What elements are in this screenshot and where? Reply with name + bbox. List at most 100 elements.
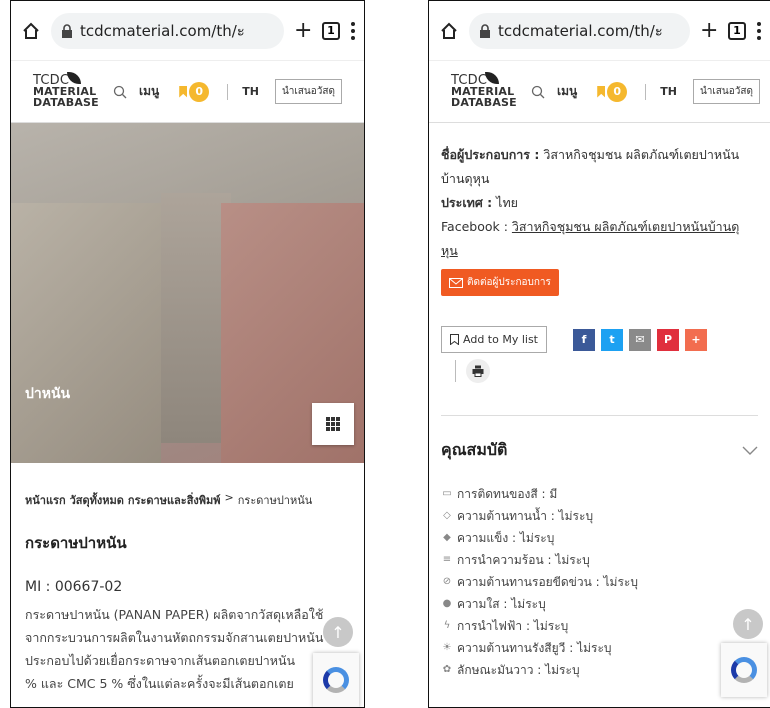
facebook-label: Facebook : <box>441 219 508 234</box>
browser-toolbar: tcdcmaterial.com/th/ะ + 1 <box>429 1 770 61</box>
site-header: TCDC MATERIAL DATABASE เมนู 0 TH นำเสนอว… <box>11 61 364 123</box>
home-icon[interactable] <box>439 21 459 41</box>
recaptcha-badge[interactable] <box>721 643 767 697</box>
email-share-button[interactable]: ✉ <box>629 328 651 351</box>
property-text: ความต้านทานรังสียูวี : ไม่ระบุ <box>457 641 612 655</box>
scroll-to-top-button[interactable]: ↑ <box>323 617 353 647</box>
url-text: tcdcmaterial.com/th/ะ <box>80 21 245 40</box>
properties-header[interactable]: คุณสมบัติ <box>429 416 770 463</box>
property-text: การนำความร้อน : ไม่ระบุ <box>457 553 590 567</box>
property-text: ความต้านทานน้ำ : ไม่ระบุ <box>457 509 594 523</box>
property-icon: ● <box>442 598 452 609</box>
producer-label: ชื่อผู้ประกอบการ : <box>441 147 540 162</box>
lock-icon <box>61 23 73 38</box>
property-item: ☀ ความต้านทานรังสียูวี : ไม่ระบุ <box>441 637 758 659</box>
description-line: % และ CMC 5 % ซึ่งในแต่ละครั้งจะมีเส้นตอ… <box>25 676 294 691</box>
suggest-material-button[interactable]: นำเสนอวัสดุ <box>692 79 760 104</box>
site-header: TCDC MATERIAL DATABASE เมนู 0 TH นำเสนอว… <box>429 61 770 123</box>
producer-value-cont: บ้านดุหุน <box>441 171 490 186</box>
property-icon: ϟ <box>443 620 451 631</box>
menu-button[interactable]: เมนู <box>139 82 159 101</box>
menu-button[interactable]: เมนู <box>557 82 577 101</box>
address-bar[interactable]: tcdcmaterial.com/th/ะ <box>469 12 690 49</box>
property-item: ✿ ลักษณะมันวาว : ไม่ระบุ <box>441 659 758 681</box>
properties-list: ▭ การติดทนของสี : มี ◇ ความต้านทานน้ำ : ไม่… <box>429 463 770 681</box>
producer-value: วิสาหกิจชุมชน ผลิตภัณฑ์เตยปาหนัน <box>543 147 740 162</box>
recaptcha-badge[interactable] <box>313 653 359 707</box>
facebook-link-cont[interactable]: หุน <box>441 243 458 258</box>
home-icon[interactable] <box>21 21 41 41</box>
property-text: ความแข็ง : ไม่ระบุ <box>457 531 555 545</box>
bookmark-outline-icon <box>450 334 459 345</box>
print-icon[interactable] <box>466 359 490 383</box>
property-item: ● ความใส : ไม่ระบุ <box>441 593 758 615</box>
contact-producer-button[interactable]: ติดต่อผู้ประกอบการ <box>441 269 559 296</box>
kebab-menu-icon[interactable] <box>350 21 356 40</box>
breadcrumb-separator: > <box>224 491 234 504</box>
recaptcha-icon <box>731 657 757 683</box>
site-logo[interactable]: TCDC MATERIAL DATABASE <box>451 72 523 108</box>
property-icon: ✿ <box>442 664 452 675</box>
property-item: ⊘ ความต้านทานรอยขีดข่วน : ไม่ระบุ <box>441 571 758 593</box>
property-text: ลักษณะมันวาว : ไม่ระบุ <box>457 663 580 677</box>
gallery-grid-button[interactable] <box>312 403 354 445</box>
tab-count-button[interactable]: 1 <box>322 21 340 40</box>
property-item: ◆ ความแข็ง : ไม่ระบุ <box>441 527 758 549</box>
language-switch[interactable]: TH <box>242 85 259 98</box>
description: กระดาษปาหนัน (PANAN PAPER) ผลิตจากวัสดุเ… <box>11 595 364 695</box>
search-icon[interactable] <box>113 85 127 99</box>
chevron-down-icon[interactable] <box>742 446 758 456</box>
description-line: ประกอบไปด้วยเยื่อกระดาษจากเส้นตอกเตยปาหน… <box>25 653 296 668</box>
breadcrumb-all[interactable]: วัสดุทั้งหมด <box>70 491 124 509</box>
breadcrumb: หน้าแรก วัสดุทั้งหมด กระดาษและสิ่งพิมพ์ … <box>11 463 364 509</box>
facebook-link[interactable]: วิสาหกิจชุมชน ผลิตภัณฑ์เตยปาหนันบ้านดุ <box>512 219 739 234</box>
search-icon[interactable] <box>531 85 545 99</box>
property-icon: ☀ <box>442 642 452 653</box>
material-id: MI : 00667-02 <box>25 579 123 595</box>
product-image: ปาหนัน <box>11 123 364 463</box>
twitter-share-button[interactable]: t <box>601 328 623 351</box>
browser-toolbar: tcdcmaterial.com/th/ะ + 1 <box>11 1 364 61</box>
share-actions: Add to My list f t ✉ P + <box>429 296 770 353</box>
breadcrumb-category[interactable]: กระดาษและสิ่งพิมพ์ <box>128 491 221 509</box>
more-share-button[interactable]: + <box>685 328 707 351</box>
scroll-to-top-button[interactable]: ↑ <box>733 609 763 639</box>
property-icon: ⊘ <box>442 576 452 587</box>
property-text: ความใส : ไม่ระบุ <box>457 597 546 611</box>
property-icon: ▭ <box>442 488 452 499</box>
brand-watermark: ปาหนัน <box>25 386 71 402</box>
grid-icon <box>326 417 340 431</box>
property-item: ϟ การนำไฟฟ้า : ไม่ระบุ <box>441 615 758 637</box>
breadcrumb-home[interactable]: หน้าแรก <box>25 491 66 509</box>
kebab-menu-icon[interactable] <box>756 21 762 40</box>
site-logo[interactable]: TCDC MATERIAL DATABASE <box>33 72 105 108</box>
add-to-list-button[interactable]: Add to My list <box>441 326 547 353</box>
tab-count-button[interactable]: 1 <box>728 21 746 40</box>
arrow-up-icon: ↑ <box>741 614 755 634</box>
producer-info: ชื่อผู้ประกอบการ : วิสาหกิจชุมชน ผลิตภัณ… <box>429 123 770 263</box>
bookmark-counter[interactable]: 0 <box>597 81 628 102</box>
new-tab-button[interactable]: + <box>294 18 312 43</box>
address-bar[interactable]: tcdcmaterial.com/th/ะ <box>51 12 284 49</box>
property-item: ▭ การติดทนของสี : มี <box>441 483 758 505</box>
bookmark-counter[interactable]: 0 <box>179 81 210 102</box>
pinterest-share-button[interactable]: P <box>657 328 679 351</box>
new-tab-button[interactable]: + <box>700 18 718 43</box>
property-text: การติดทนของสี : มี <box>457 487 558 501</box>
lock-icon <box>479 23 491 38</box>
properties-title: คุณสมบัติ <box>441 440 508 459</box>
breadcrumb-current: กระดาษปาหนัน <box>237 494 313 507</box>
property-text: ความต้านทานรอยขีดข่วน : ไม่ระบุ <box>457 575 638 589</box>
property-icon: ◆ <box>443 532 451 543</box>
right-phone-screen: tcdcmaterial.com/th/ะ + 1 TCDC MATERIAL … <box>428 0 770 708</box>
property-item: ◇ ความต้านทานน้ำ : ไม่ระบุ <box>441 505 758 527</box>
description-line: กระดาษปาหนัน (PANAN PAPER) ผลิตจากวัสดุเ… <box>25 607 324 622</box>
bookmark-icon <box>597 85 606 98</box>
country-label: ประเทศ : <box>441 195 493 210</box>
facebook-share-button[interactable]: f <box>573 328 595 351</box>
suggest-material-button[interactable]: นำเสนอวัสดุ <box>274 79 342 104</box>
url-text: tcdcmaterial.com/th/ะ <box>498 21 663 40</box>
bookmark-icon <box>179 85 188 98</box>
recaptcha-icon <box>323 667 349 693</box>
language-switch[interactable]: TH <box>660 85 677 98</box>
